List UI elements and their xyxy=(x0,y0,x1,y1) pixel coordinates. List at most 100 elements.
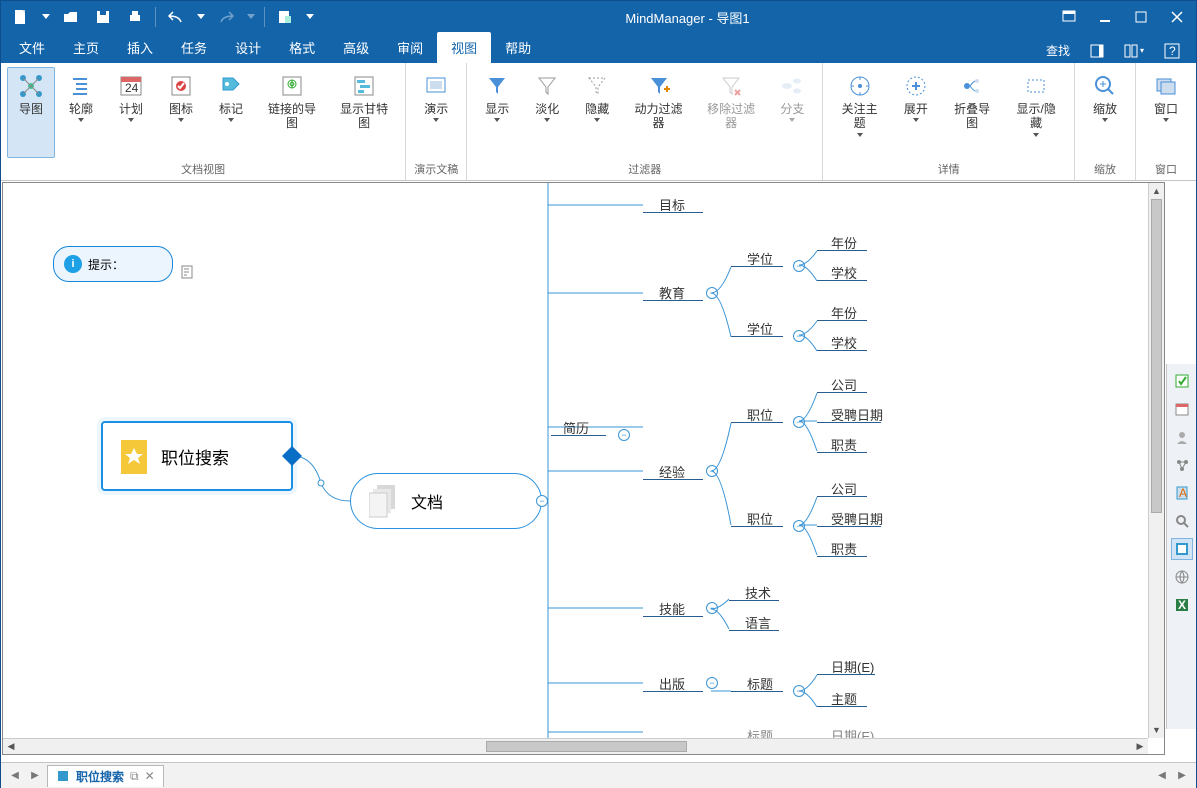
collapse-toggle[interactable]: − xyxy=(793,520,805,532)
menu-bar: 文件 主页 插入 任务 设计 格式 高级 审阅 视图 帮助 查找 ▾ ? xyxy=(1,33,1196,63)
calendar-pane-button[interactable] xyxy=(1171,398,1193,420)
panel-toggle-button[interactable] xyxy=(1084,40,1110,62)
index-pane-button[interactable]: A xyxy=(1171,482,1193,504)
scroll-up-button[interactable]: ▲ xyxy=(1149,183,1164,199)
doc-topic[interactable]: 文档 xyxy=(350,473,542,529)
outline-view-button[interactable]: 轮廓 xyxy=(57,67,105,158)
print-button[interactable] xyxy=(121,4,149,30)
collapse-toggle[interactable]: − xyxy=(793,260,805,272)
tab-next-button[interactable]: ▶ xyxy=(25,766,45,786)
browser-pane-button[interactable] xyxy=(1171,538,1193,560)
note-icon[interactable] xyxy=(181,265,195,282)
collapse-toggle[interactable]: − xyxy=(793,416,805,428)
svg-text:X: X xyxy=(1178,598,1186,612)
menu-design[interactable]: 设计 xyxy=(221,32,275,63)
menu-file[interactable]: 文件 xyxy=(5,32,59,63)
tab-label: 职位搜索 xyxy=(76,768,124,785)
share-pane-button[interactable] xyxy=(1171,454,1193,476)
document-tab[interactable]: 职位搜索 ⧉ ✕ xyxy=(47,765,164,787)
open-button[interactable] xyxy=(57,4,85,30)
style-dropdown[interactable] xyxy=(303,4,317,30)
tab-prev-button[interactable]: ◀ xyxy=(5,766,25,786)
view-options-button[interactable]: ▾ xyxy=(1118,40,1150,62)
vertical-scrollbar[interactable]: ▲ ▼ xyxy=(1148,183,1164,738)
excel-pane-button[interactable]: X xyxy=(1171,594,1193,616)
menu-home[interactable]: 主页 xyxy=(59,32,113,63)
root-label: 职位搜索 xyxy=(161,444,229,469)
menu-insert[interactable]: 插入 xyxy=(113,32,167,63)
style-button[interactable] xyxy=(271,4,299,30)
collapse-map-button[interactable]: 折叠导图 xyxy=(942,67,1002,158)
menu-task[interactable]: 任务 xyxy=(167,32,221,63)
menu-view[interactable]: 视图 xyxy=(437,32,491,63)
power-filter-button[interactable]: 动力过滤器 xyxy=(623,67,694,158)
svg-text:?: ? xyxy=(1169,44,1176,58)
group-label: 过滤器 xyxy=(628,158,661,180)
filter-hide-button[interactable]: 隐藏 xyxy=(573,67,621,158)
new-doc-dropdown[interactable] xyxy=(39,4,53,30)
document-tab-bar: ◀ ▶ 职位搜索 ⧉ ✕ ◀ ▶ xyxy=(1,762,1196,788)
menu-review[interactable]: 审阅 xyxy=(383,32,437,63)
tab-scroll-left[interactable]: ◀ xyxy=(1152,766,1172,786)
tab-restore-icon[interactable]: ⧉ xyxy=(130,769,139,784)
zoom-button[interactable]: 缩放 xyxy=(1081,67,1129,158)
new-doc-button[interactable] xyxy=(7,4,35,30)
help-button[interactable]: ? xyxy=(1158,39,1186,63)
hint-callout[interactable]: i 提示： xyxy=(53,246,173,282)
menu-help[interactable]: 帮助 xyxy=(491,32,545,63)
save-button[interactable] xyxy=(89,4,117,30)
search-pane-button[interactable] xyxy=(1171,510,1193,532)
scroll-left-button[interactable]: ◀ xyxy=(3,739,19,754)
title-bar: MindManager - 导图1 xyxy=(1,1,1196,33)
close-button[interactable] xyxy=(1160,3,1194,31)
ribbon: 导图 轮廓 24计划 图标 标记 链接的导图 显示甘特图 文档视图 演示 演示文… xyxy=(1,63,1196,181)
gantt-button[interactable]: 显示甘特图 xyxy=(329,67,399,158)
show-hide-button[interactable]: 显示/隐藏 xyxy=(1004,67,1068,158)
tab-scroll-right[interactable]: ▶ xyxy=(1172,766,1192,786)
root-topic[interactable]: 职位搜索 xyxy=(101,421,293,491)
collapse-toggle[interactable]: − xyxy=(706,602,718,614)
schedule-view-button[interactable]: 24计划 xyxy=(107,67,155,158)
branch-button: 分支 xyxy=(768,67,816,158)
scroll-down-button[interactable]: ▼ xyxy=(1149,722,1164,738)
filter-show-button[interactable]: 显示 xyxy=(473,67,521,158)
undo-button[interactable] xyxy=(162,4,190,30)
contacts-pane-button[interactable] xyxy=(1171,426,1193,448)
collapse-toggle[interactable]: − xyxy=(706,465,718,477)
collapse-toggle[interactable]: − xyxy=(793,685,805,697)
group-label: 缩放 xyxy=(1094,158,1116,180)
collapse-toggle[interactable]: − xyxy=(706,677,718,689)
linked-maps-button[interactable]: 链接的导图 xyxy=(257,67,327,158)
menu-advanced[interactable]: 高级 xyxy=(329,32,383,63)
task-pane-button[interactable] xyxy=(1171,370,1193,392)
horizontal-scrollbar[interactable]: ◀ ▶ xyxy=(3,738,1148,754)
tag-view-button[interactable]: 标记 xyxy=(207,67,255,158)
map-view-button[interactable]: 导图 xyxy=(7,67,55,158)
ribbon-min-button[interactable] xyxy=(1052,3,1086,31)
remove-filter-button: 移除过滤器 xyxy=(696,67,767,158)
focus-topic-button[interactable]: 关注主题 xyxy=(829,67,889,158)
icon-view-button[interactable]: 图标 xyxy=(157,67,205,158)
collapse-toggle[interactable]: − xyxy=(536,495,548,507)
collapse-toggle[interactable]: − xyxy=(706,287,718,299)
undo-dropdown[interactable] xyxy=(194,4,208,30)
filter-fade-button[interactable]: 淡化 xyxy=(523,67,571,158)
web-pane-button[interactable] xyxy=(1171,566,1193,588)
window-button[interactable]: 窗口 xyxy=(1142,67,1190,158)
redo-dropdown[interactable] xyxy=(244,4,258,30)
menu-format[interactable]: 格式 xyxy=(275,32,329,63)
redo-button[interactable] xyxy=(212,4,240,30)
scroll-right-button[interactable]: ▶ xyxy=(1132,739,1148,754)
expand-button[interactable]: 展开 xyxy=(892,67,940,158)
find-button[interactable]: 查找 xyxy=(1040,38,1076,63)
side-panel: A X xyxy=(1166,364,1196,729)
tab-close-icon[interactable]: ✕ xyxy=(145,769,155,783)
collapse-toggle[interactable]: − xyxy=(618,429,630,441)
presentation-button[interactable]: 演示 xyxy=(412,67,460,158)
root-handle[interactable] xyxy=(282,446,302,466)
minimize-button[interactable] xyxy=(1088,3,1122,31)
map-canvas[interactable]: i 提示： 职位搜索 文档 − 目标 教育 − 学位 − 学位 − 年份 xyxy=(2,182,1165,755)
collapse-toggle[interactable]: − xyxy=(793,330,805,342)
maximize-button[interactable] xyxy=(1124,3,1158,31)
group-label: 窗口 xyxy=(1155,158,1177,180)
